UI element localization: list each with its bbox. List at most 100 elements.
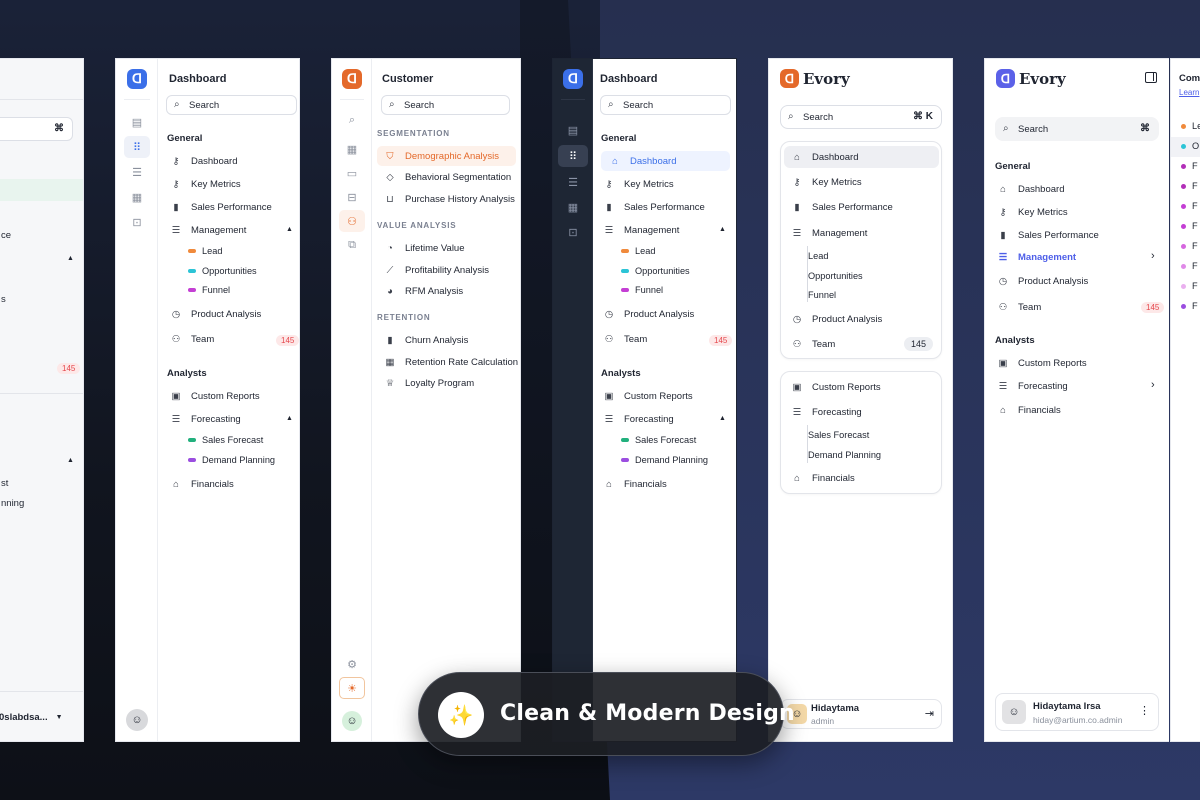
nav-demand-planning[interactable]: Demand Planning <box>188 451 275 469</box>
grid-icon[interactable]: ⠿ <box>558 145 588 167</box>
nav-rfm[interactable]: ◕ RFM Analysis <box>384 281 463 301</box>
app-logo-icon[interactable]: ᗡ <box>563 69 583 89</box>
briefcase-icon[interactable]: ⊡ <box>124 211 150 233</box>
nav-lifetime-value[interactable]: ◔ Lifetime Value <box>384 238 464 258</box>
wallet-icon[interactable]: ▭ <box>339 162 365 184</box>
nav-dashboard[interactable]: ⚷ Dashboard <box>170 151 238 171</box>
receipt-icon[interactable]: ☰ <box>560 171 586 193</box>
store-icon[interactable]: ⊟ <box>339 186 365 208</box>
nav-sales-forecast[interactable]: Sales Forecast <box>188 431 263 449</box>
list-item[interactable]: Le <box>1181 117 1200 135</box>
nav-demand-planning[interactable]: Demand Planning <box>808 446 881 464</box>
active-item-highlight[interactable] <box>0 179 83 201</box>
chevron-up-icon[interactable]: ▲ <box>67 457 74 464</box>
sidebar-item-partial[interactable]: s <box>1 289 6 309</box>
nav-sales-forecast[interactable]: Sales Forecast <box>621 431 696 449</box>
sidebar-sub-partial[interactable]: st <box>1 473 8 493</box>
briefcase-icon[interactable]: ⊡ <box>560 221 586 243</box>
learn-link[interactable]: Learn <box>1179 88 1199 97</box>
nav-forecasting[interactable]: ☰ Forecasting <box>603 409 674 429</box>
nav-funnel[interactable]: Funnel <box>808 286 836 304</box>
nav-demographic-analysis[interactable]: ⛉ Demographic Analysis <box>377 146 516 166</box>
user-menu[interactable]: 0slabdsa... ▼ <box>0 707 63 727</box>
nav-dashboard[interactable]: ⌂ Dashboard <box>997 179 1064 199</box>
receipt-icon[interactable]: ☰ <box>124 161 150 183</box>
nav-financials[interactable]: ⌂ Financials <box>997 400 1061 420</box>
list-item[interactable]: F <box>1181 277 1198 295</box>
search-input[interactable]: ⌕ Search ⌘ K <box>780 105 942 129</box>
chart-icon[interactable]: ▤ <box>560 119 586 141</box>
user-card[interactable]: ☺ Hidaytama Irsa hiday@artium.co.admin ⋮ <box>995 693 1159 731</box>
nav-sales-performance[interactable]: ▮ Sales Performance <box>170 197 271 217</box>
nav-retention-rate[interactable]: ▦ Retention Rate Calculation <box>384 352 519 372</box>
sidebar-toggle-icon[interactable] <box>1145 72 1157 83</box>
grid-icon[interactable]: ⠿ <box>124 136 150 158</box>
chevron-right-icon[interactable]: › <box>1151 250 1155 262</box>
nav-forecasting[interactable]: ☰ Forecasting <box>170 409 241 429</box>
nav-management[interactable]: ☰ Management <box>997 247 1076 267</box>
nav-product-analysis[interactable]: ◷ Product Analysis <box>170 304 261 324</box>
search-input[interactable]: ⌕ Search ⌘ <box>995 117 1159 141</box>
nav-custom-reports[interactable]: ▣ Custom Reports <box>170 386 260 406</box>
list-item[interactable]: O <box>1181 137 1199 155</box>
sun-icon[interactable]: ☀ <box>339 677 365 699</box>
layout-icon[interactable]: ▦ <box>124 186 150 208</box>
nav-opportunities[interactable]: Opportunities <box>188 262 257 280</box>
logout-icon[interactable]: ⇥ <box>925 707 934 720</box>
list-item[interactable]: F <box>1181 237 1198 255</box>
nav-team[interactable]: ⚇ Team <box>603 329 648 349</box>
gear-icon[interactable]: ⚙ <box>339 653 365 675</box>
nav-demand-planning[interactable]: Demand Planning <box>621 451 708 469</box>
nav-team[interactable]: ⚇ Team <box>791 334 836 354</box>
nav-lead[interactable]: Lead <box>808 247 828 265</box>
user-avatar[interactable]: ☺ <box>342 711 362 731</box>
nav-team[interactable]: ⚇ Team <box>170 329 215 349</box>
user-card[interactable]: ☺ Hidaytama admin ⇥ <box>780 699 942 729</box>
nav-behavioral-segmentation[interactable]: ◇ Behavioral Segmentation <box>384 167 511 187</box>
sidebar-item-partial[interactable]: ce <box>1 225 11 245</box>
nav-key-metrics[interactable]: ⚷ Key Metrics <box>997 202 1068 222</box>
nav-sales-performance[interactable]: ▮ Sales Performance <box>997 225 1098 245</box>
nav-management[interactable]: ☰ Management <box>170 220 247 240</box>
list-item[interactable]: F <box>1181 197 1198 215</box>
nav-dashboard[interactable]: ⌂ Dashboard <box>784 146 939 168</box>
chevron-right-icon[interactable]: › <box>1151 379 1155 391</box>
search-input[interactable]: ⌕ Search <box>166 95 297 115</box>
nav-financials[interactable]: ⌂ Financials <box>603 474 667 494</box>
more-vertical-icon[interactable]: ⋮ <box>1139 704 1150 717</box>
nav-team[interactable]: ⚇ Team <box>997 297 1042 317</box>
nav-lead[interactable]: Lead <box>621 242 655 260</box>
nav-key-metrics[interactable]: ⚷ Key Metrics <box>791 172 862 192</box>
nav-product-analysis[interactable]: ◷ Product Analysis <box>791 309 882 329</box>
nav-funnel[interactable]: Funnel <box>188 281 230 299</box>
nav-forecasting[interactable]: ☰ Forecasting <box>791 402 862 422</box>
chevron-up-icon[interactable]: ▲ <box>67 255 74 262</box>
layout-icon[interactable]: ▦ <box>560 196 586 218</box>
nav-key-metrics[interactable]: ⚷ Key Metrics <box>603 174 674 194</box>
chevron-up-icon[interactable]: ▲ <box>719 415 726 422</box>
search-icon[interactable]: ⌕ <box>339 109 365 131</box>
grid-icon[interactable]: ▦ <box>339 138 365 160</box>
nav-lead[interactable]: Lead <box>188 242 222 260</box>
nav-custom-reports[interactable]: ▣ Custom Reports <box>603 386 693 406</box>
chevron-up-icon[interactable]: ▲ <box>286 415 293 422</box>
list-item[interactable]: F <box>1181 177 1198 195</box>
nav-profitability[interactable]: ⟋ Profitability Analysis <box>384 260 489 280</box>
sidebar-sub-partial[interactable]: nning <box>1 493 24 513</box>
nav-product-analysis[interactable]: ◷ Product Analysis <box>997 271 1088 291</box>
nav-management[interactable]: ☰ Management <box>791 223 868 243</box>
nav-custom-reports[interactable]: ▣ Custom Reports <box>791 377 881 397</box>
nav-forecasting[interactable]: ☰ Forecasting <box>997 376 1068 396</box>
nav-dashboard[interactable]: ⌂ Dashboard <box>601 151 730 171</box>
nav-product-analysis[interactable]: ◷ Product Analysis <box>603 304 694 324</box>
evory-logo-icon[interactable]: ᗡ <box>780 69 799 88</box>
nav-sales-performance[interactable]: ▮ Sales Performance <box>603 197 704 217</box>
app-logo-icon[interactable]: ᗡ <box>342 69 362 89</box>
swap-icon[interactable]: ⧉ <box>339 234 365 256</box>
nav-custom-reports[interactable]: ▣ Custom Reports <box>997 353 1087 373</box>
nav-sales-performance[interactable]: ▮ Sales Performance <box>791 197 892 217</box>
list-item[interactable]: F <box>1181 217 1198 235</box>
users-icon[interactable]: ⚇ <box>339 210 365 232</box>
search-input[interactable]: ⌕ Search <box>600 95 731 115</box>
list-item[interactable]: F <box>1181 297 1198 315</box>
